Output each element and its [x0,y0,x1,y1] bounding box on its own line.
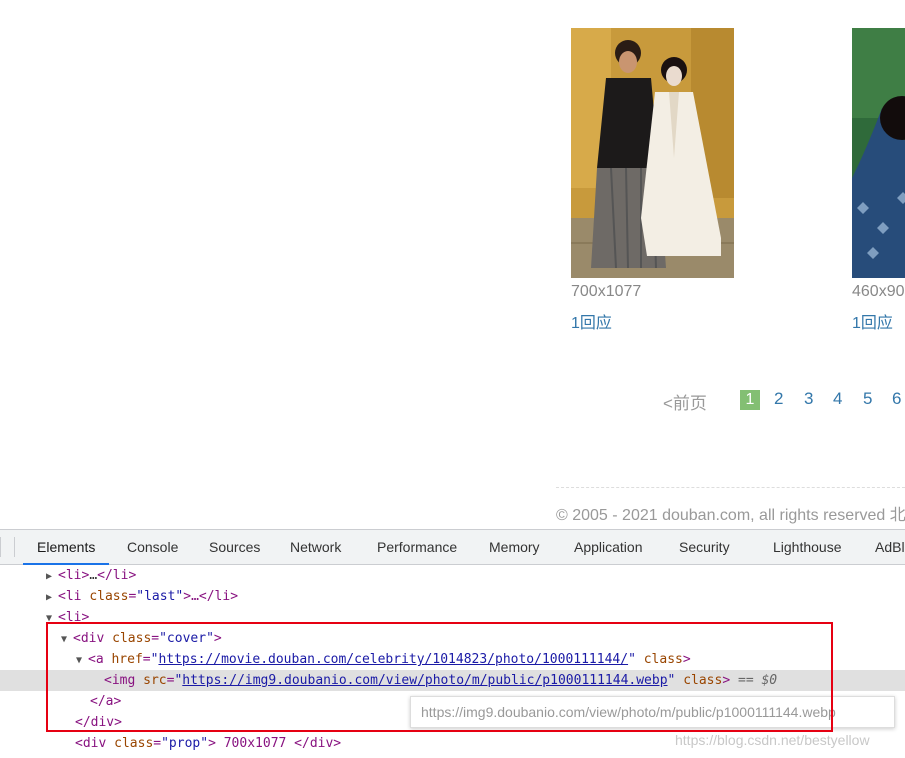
dom-node-img-selected[interactable]: <img src="https://img9.doubanio.com/view… [0,670,905,691]
prev-page-link: <前页 [663,394,707,413]
footer-divider [556,487,905,488]
href-link[interactable]: https://movie.douban.com/celebrity/10148… [158,652,628,667]
web-page: 700x1077 460x90 1回应 1回应 <前页 1 2 3 4 5 6 … [0,0,905,529]
dom-node-div-cover[interactable]: ▼ <div class="cover"> [0,628,905,649]
photo-image [852,28,905,278]
photo-reply-link[interactable]: 1回应 [852,309,893,333]
tab-console[interactable]: Console [127,530,178,565]
page-5-link[interactable]: 5 [863,389,872,409]
expand-triangle-icon[interactable]: ▶ [46,566,58,587]
watermark: https://blog.csdn.net/bestyellow [675,732,870,748]
dom-node-li[interactable]: ▶ <li>…</li> [0,565,905,586]
page-2-link[interactable]: 2 [774,389,783,409]
collapse-triangle-icon[interactable]: ▼ [46,608,58,629]
expand-triangle-icon[interactable]: ▶ [46,587,58,608]
tab-performance[interactable]: Performance [377,530,457,565]
photo-thumbnail-wedding[interactable] [571,28,734,278]
page-4-link[interactable]: 4 [833,389,842,409]
photo-reply-link[interactable]: 1回应 [571,309,612,333]
page-3-link[interactable]: 3 [804,389,813,409]
toolbar-divider [14,537,15,557]
toolbar-divider [0,537,1,557]
devtools-tab-bar: Elements Console Sources Network Perform… [0,530,905,565]
collapse-triangle-icon[interactable]: ▼ [76,650,88,671]
dom-node-li-last[interactable]: ▶ <li class="last">…</li> [0,586,905,607]
selected-node-marker: == $0 [738,673,778,688]
photo-image [571,28,734,278]
tab-application[interactable]: Application [574,530,643,565]
tab-security[interactable]: Security [679,530,730,565]
photo-thumbnail-kimono[interactable] [852,28,905,278]
tab-sources[interactable]: Sources [209,530,260,565]
page-6-link[interactable]: 6 [892,389,901,409]
collapse-triangle-icon[interactable]: ▼ [61,629,73,650]
tab-memory[interactable]: Memory [489,530,540,565]
photo-size-label: 460x90 [852,283,905,300]
tab-lighthouse[interactable]: Lighthouse [773,530,842,565]
img-src-link[interactable]: https://img9.doubanio.com/view/photo/m/p… [182,673,667,688]
tab-adblock[interactable]: AdBl [875,530,905,565]
dom-node-a[interactable]: ▼ <a href="https://movie.douban.com/celeb… [0,649,905,670]
tab-elements[interactable]: Elements [22,530,110,565]
devtools-panel: Elements Console Sources Network Perform… [0,529,905,758]
footer-copyright: © 2005 - 2021 douban.com, all rights res… [556,507,905,524]
page-1-current: 1 [740,390,760,410]
url-tooltip: https://img9.doubanio.com/view/photo/m/p… [410,696,895,728]
photo-size-label: 700x1077 [571,283,642,300]
dom-node-li-expanded[interactable]: ▼ <li> [0,607,905,628]
tab-network[interactable]: Network [290,530,341,565]
